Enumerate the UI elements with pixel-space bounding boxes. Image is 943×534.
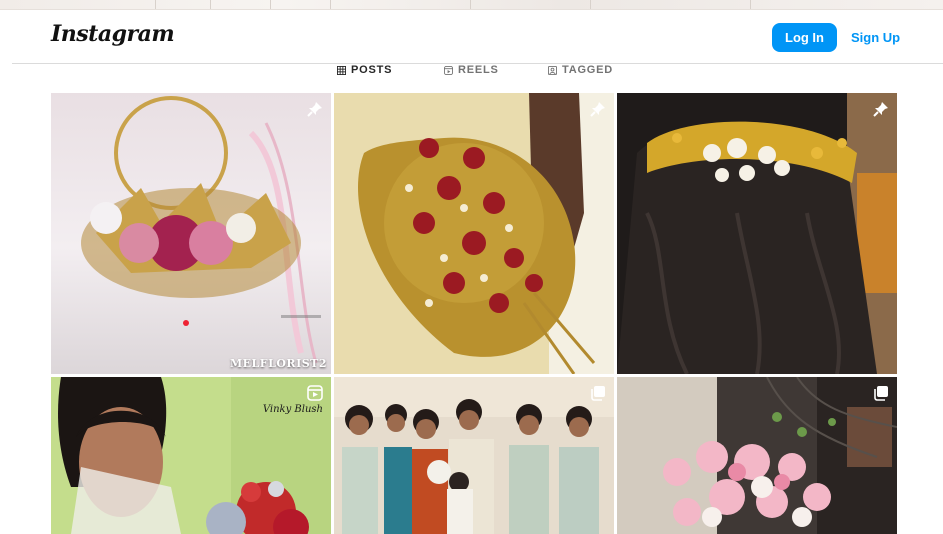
signup-link[interactable]: Sign Up	[851, 30, 900, 45]
post-watermark: Vinky Blush	[262, 404, 323, 415]
post-image-bouquet	[51, 93, 331, 374]
post-tile[interactable]	[334, 93, 614, 374]
post-image-flower-arrangement	[617, 377, 897, 534]
strip-divider	[210, 0, 211, 9]
tagged-icon	[548, 65, 557, 75]
pin-icon	[590, 102, 605, 117]
reels-badge-icon	[307, 385, 323, 401]
post-tile[interactable]	[617, 377, 897, 534]
post-caption-watermark: MELFLORIST2	[230, 357, 327, 370]
tab-label: POSTS	[351, 64, 393, 76]
tab-label: TAGGED	[562, 64, 614, 76]
post-grid: MELFLORIST2 Vinky Blush	[51, 93, 897, 534]
post-image-bridal-bouquet	[334, 93, 614, 374]
reels-icon	[444, 65, 453, 75]
pin-icon	[873, 102, 888, 117]
pin-icon	[307, 102, 322, 117]
post-tile[interactable]: MELFLORIST2	[51, 93, 331, 374]
strip-divider	[750, 0, 751, 9]
tab-reels[interactable]: REELS	[444, 64, 499, 76]
strip-divider	[470, 0, 471, 9]
tab-posts[interactable]: POSTS	[337, 64, 392, 76]
browser-top-strip	[0, 0, 943, 10]
strip-divider	[270, 0, 271, 9]
tab-label: REELS	[458, 64, 499, 76]
post-tile[interactable]	[617, 93, 897, 374]
post-image-bridal-party	[334, 377, 614, 534]
carousel-icon	[874, 386, 888, 401]
carousel-icon	[591, 386, 605, 401]
grid-icon	[337, 65, 346, 75]
post-image-hair-accessory	[617, 93, 897, 374]
tab-tagged[interactable]: TAGGED	[548, 64, 613, 76]
top-navbar: Instagram Log In Sign Up	[12, 10, 943, 64]
post-tile[interactable]: Vinky Blush	[51, 377, 331, 534]
login-button[interactable]: Log In	[772, 23, 837, 52]
instagram-logo[interactable]: Instagram	[51, 21, 175, 47]
strip-divider	[155, 0, 156, 9]
strip-divider	[590, 0, 591, 9]
profile-tabs: POSTS REELS TAGGED	[0, 62, 943, 82]
strip-divider	[330, 0, 331, 9]
post-image-bride	[51, 377, 331, 534]
post-tile[interactable]	[334, 377, 614, 534]
